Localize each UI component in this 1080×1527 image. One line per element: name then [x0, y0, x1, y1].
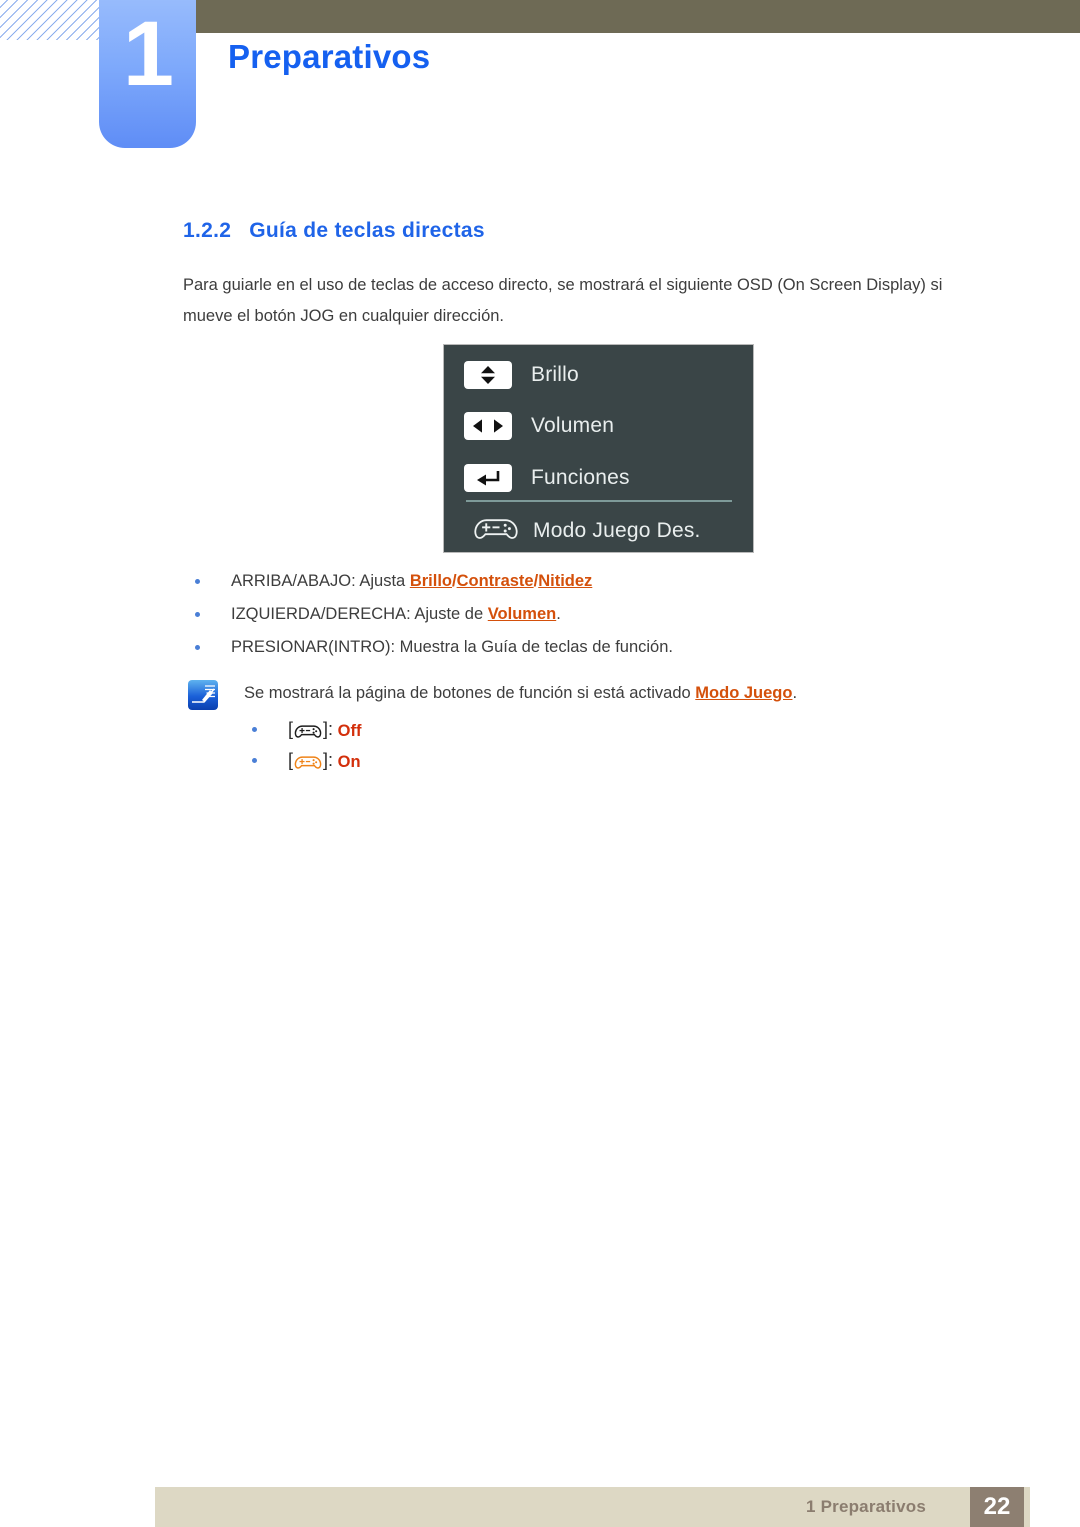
bullet-list: ARRIBA/ABAJO: Ajusta Brillo/Contraste/Ni…	[183, 566, 995, 665]
note-text-prefix: Se mostrará la página de botones de func…	[244, 684, 696, 702]
note-text: Se mostrará la página de botones de func…	[244, 678, 984, 709]
up-down-arrows-icon	[464, 361, 512, 389]
osd-label-modo-juego: Modo Juego Des.	[533, 519, 701, 542]
section-number: 1.2.2	[183, 219, 232, 242]
gamepad-icon-orange	[294, 751, 322, 782]
note-text-suffix: .	[792, 684, 798, 702]
section-heading: 1.2.2 Guía de teclas directas	[183, 219, 485, 243]
left-right-arrows-icon	[464, 412, 512, 440]
bullet-item-arriba-abajo: ARRIBA/ABAJO: Ajusta Brillo/Contraste/Ni…	[183, 566, 995, 597]
osd-row-brillo: Brillo	[444, 352, 755, 398]
note-term-modo-juego: Modo Juego	[695, 684, 793, 702]
page-footer: 1 Preparativos 22	[155, 1487, 1030, 1527]
bullet-prefix-2: PRESIONAR(INTRO): Muestra la Guía de tec…	[231, 638, 673, 656]
bracket-open: [	[288, 719, 294, 739]
bullet-dot-icon	[195, 645, 200, 650]
bracket-open: [	[288, 750, 294, 770]
term-volumen: Volumen	[487, 605, 557, 623]
bullet-dot-icon	[195, 579, 200, 584]
bullet-item-izquierda-derecha: IZQUIERDA/DERECHA: Ajuste de Volumen.	[183, 599, 995, 630]
state-off: Off	[337, 722, 362, 740]
term-nitidez: Nitidez	[538, 572, 593, 590]
osd-label-brillo: Brillo	[531, 363, 579, 386]
osd-divider	[466, 500, 732, 502]
bullet-dot-icon	[252, 758, 257, 763]
term-contraste: Contraste	[456, 572, 534, 590]
footer-chapter-label: 1 Preparativos	[806, 1497, 926, 1516]
bullet-item-presionar: PRESIONAR(INTRO): Muestra la Guía de tec…	[183, 632, 995, 663]
page-header: 1 Preparativos	[0, 0, 1080, 160]
bullet-prefix-1: IZQUIERDA/DERECHA: Ajuste de	[231, 605, 488, 623]
note-pen-icon	[188, 680, 218, 710]
term-brillo: Brillo	[409, 572, 452, 590]
bullet-prefix-0: ARRIBA/ABAJO: Ajusta	[231, 572, 410, 590]
section-title: Guía de teclas directas	[249, 219, 485, 242]
note-item-off: [ ]: Off	[244, 714, 944, 745]
gamepad-icon	[473, 516, 519, 547]
intro-paragraph: Para guiarle en el uso de teclas de acce…	[183, 276, 943, 325]
osd-row-volumen: Volumen	[444, 403, 755, 449]
note-sublist: [ ]: Off []: On	[244, 714, 944, 776]
osd-label-volumen: Volumen	[531, 414, 615, 437]
osd-row-funciones: Funciones	[444, 455, 755, 501]
chapter-tab: 1	[99, 0, 196, 148]
note-item-on: [ ]: On	[244, 745, 944, 776]
chapter-title: Preparativos	[228, 38, 431, 75]
bullet-dot-icon	[252, 727, 257, 732]
footer-page-box: 22	[970, 1487, 1024, 1527]
bullet-suffix-1: .	[556, 605, 561, 623]
page-number: 22	[983, 1493, 1011, 1520]
chapter-number: 1	[122, 3, 174, 105]
header-olive-bar	[193, 0, 1080, 33]
bracket-close: ]:	[323, 719, 334, 739]
osd-row-modo-juego: Modo Juego Des.	[444, 508, 755, 554]
osd-label-funciones: Funciones	[531, 466, 630, 489]
bracket-close: ]:	[323, 750, 334, 770]
bullet-dot-icon	[195, 612, 200, 617]
state-on: On	[337, 753, 361, 771]
osd-menu: Brillo Volumen Funciones Modo Juego Des.	[443, 344, 754, 553]
enter-return-icon	[464, 464, 512, 492]
